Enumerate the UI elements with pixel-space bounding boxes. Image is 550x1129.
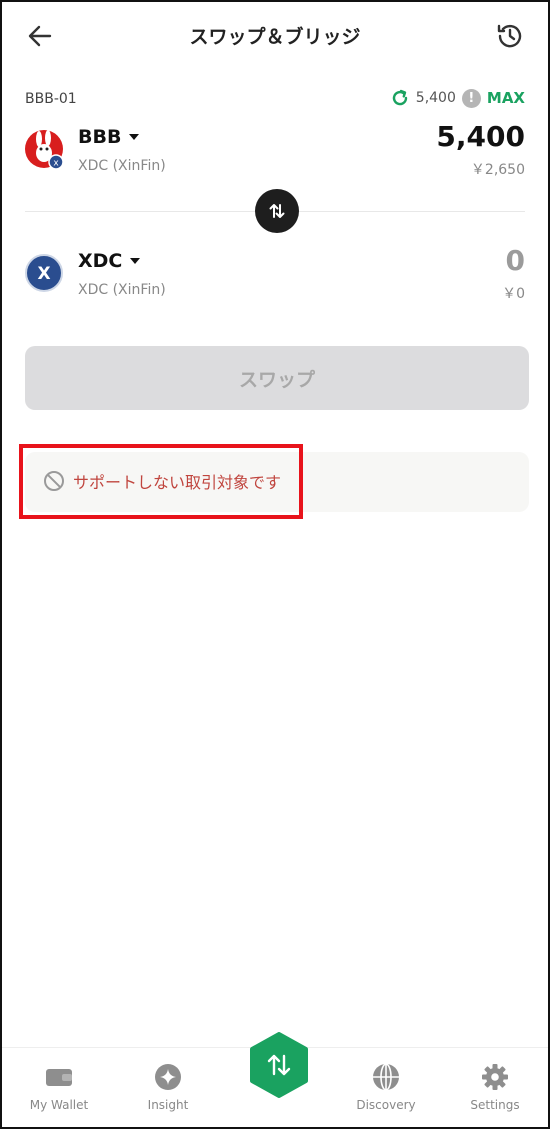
swap-button[interactable]: スワップ [25,346,529,410]
to-token-selector[interactable]: XDC [78,250,141,272]
to-token-symbol: XDC [78,250,123,272]
to-amount[interactable]: 0 [506,244,525,277]
sparkle-icon [155,1064,181,1090]
from-fiat-value: ￥2,650 [470,162,525,178]
from-token-selector[interactable]: BBB [78,126,140,148]
info-icon[interactable]: ! [461,88,481,108]
nav-label-insight: Insight [147,1098,189,1112]
svg-text:X: X [37,264,50,284]
nav-item-settings[interactable]: Settings [445,1062,545,1112]
from-token-row: x BBB XDC (XinFin) 5,400 ￥2,650 [25,120,525,186]
nav-label-my-wallet: My Wallet [29,1098,89,1112]
max-button[interactable]: MAX [487,89,525,107]
notice-highlight-box [19,444,303,519]
page-title: スワップ＆ブリッジ [189,26,361,48]
caret-down-icon [130,258,141,264]
to-fiat-value: ￥0 [502,286,525,302]
pair-label: BBB-01 [25,91,77,107]
to-token-network: XDC (XinFin) [78,282,166,298]
refresh-icon[interactable] [390,88,410,108]
nav-item-insight[interactable]: Insight [118,1062,218,1112]
from-token-network: XDC (XinFin) [78,158,166,174]
gear-icon [482,1064,508,1090]
nav-item-discovery[interactable]: Discovery [336,1062,436,1112]
swap-hexagon-icon [250,1032,308,1098]
caret-down-icon [129,134,140,140]
swap-nav-button[interactable] [248,1032,310,1098]
nav-label-discovery: Discovery [356,1098,416,1112]
app-frame: スワップ＆ブリッジ BBB-01 5,400 ! MAX x BBB XDC (… [0,0,550,1129]
globe-icon [373,1063,399,1091]
nav-item-my-wallet[interactable]: My Wallet [9,1062,109,1112]
bottom-nav: My Wallet Insight Discovery Settings [2,1032,548,1127]
nav-label-settings: Settings [470,1098,520,1112]
bbb-token-logo: x [25,130,64,170]
balance-value: 5,400 [415,90,456,106]
to-token-row: X XDC XDC (XinFin) 0 ￥0 [25,244,525,310]
svg-text:x: x [53,159,59,169]
swap-arrows-icon [269,204,285,218]
from-amount[interactable]: 5,400 [436,120,525,153]
history-icon[interactable] [494,20,526,52]
header: スワップ＆ブリッジ [2,2,548,68]
from-token-symbol: BBB [78,126,122,148]
wallet-icon [46,1069,72,1086]
xdc-token-logo: X [25,254,63,292]
swap-direction-button[interactable] [255,189,299,233]
balance-row: 5,400 ! MAX [390,88,525,108]
